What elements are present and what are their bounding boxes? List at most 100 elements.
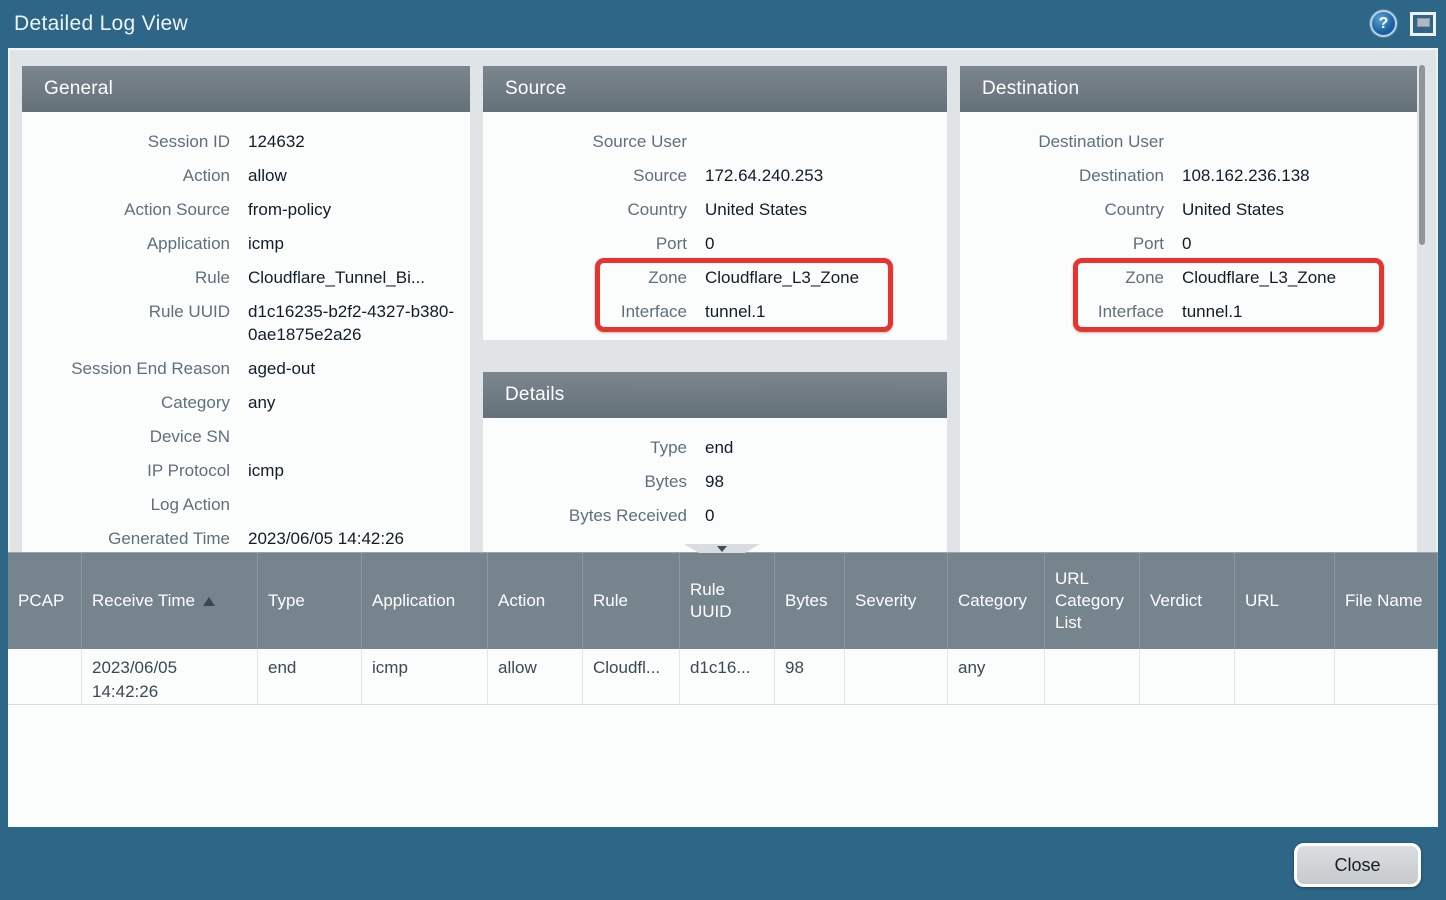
field-row-country: Country United States: [960, 192, 1417, 226]
cell-url: [1235, 649, 1335, 705]
destination-panel-header: Destination: [960, 66, 1417, 112]
column-header-label: Receive Time: [92, 590, 195, 612]
field-row-ip-protocol: IP Protocol icmp: [22, 453, 470, 487]
field-row-interface: Interface tunnel.1: [960, 294, 1417, 328]
field-row-bytes: Bytes 98: [483, 464, 947, 498]
field-label: Zone: [960, 266, 1164, 289]
cell-rule-uuid: d1c16...: [680, 649, 775, 705]
details-panel-title: Details: [505, 384, 564, 406]
log-detail-workspace: General Session ID 124632 Action allow A…: [8, 48, 1438, 552]
field-label: Action Source: [22, 198, 230, 221]
field-label: Country: [483, 198, 687, 221]
source-panel-title: Source: [505, 78, 566, 100]
field-value: Cloudflare_L3_Zone: [1182, 266, 1336, 289]
field-value: any: [248, 391, 275, 414]
column-header-type[interactable]: Type: [258, 553, 362, 649]
titlebar-icons: ?: [1370, 10, 1436, 37]
field-row-port: Port 0: [483, 226, 947, 260]
field-label: Bytes: [483, 470, 687, 493]
field-row-rule: Rule Cloudflare_Tunnel_Bi...: [22, 260, 470, 294]
column-header-application[interactable]: Application: [362, 553, 488, 649]
column-header-label: URL: [1245, 590, 1279, 612]
field-row-type: Type end: [483, 430, 947, 464]
field-label: Session ID: [22, 130, 230, 153]
field-label: IP Protocol: [22, 459, 230, 482]
field-row-session-id: Session ID 124632: [22, 124, 470, 158]
cell-url-category-list: [1045, 649, 1140, 705]
column-header-verdict[interactable]: Verdict: [1140, 553, 1235, 649]
column-header-severity[interactable]: Severity: [845, 553, 948, 649]
cell-pcap: [8, 649, 82, 705]
column-header-rule[interactable]: Rule: [583, 553, 680, 649]
field-value: from-policy: [248, 198, 331, 221]
field-value: icmp: [248, 459, 284, 482]
details-panel: Details Type end Bytes 98 Bytes Received…: [483, 372, 947, 552]
pane-splitter-handle[interactable]: [684, 544, 760, 553]
field-row-bytes-received: Bytes Received 0: [483, 498, 947, 532]
field-label: Type: [483, 436, 687, 459]
field-label: Zone: [483, 266, 687, 289]
field-row-category: Category any: [22, 385, 470, 419]
vertical-scrollbar-thumb[interactable]: [1419, 65, 1425, 245]
field-label: Session End Reason: [22, 357, 230, 380]
sort-ascending-icon: [203, 597, 215, 606]
field-value: 0: [1182, 232, 1191, 255]
field-value: United States: [1182, 198, 1284, 221]
field-label: Port: [960, 232, 1164, 255]
field-row-country: Country United States: [483, 192, 947, 226]
column-header-label: URL Category List: [1055, 568, 1129, 634]
column-header-label: Verdict: [1150, 590, 1202, 612]
field-value: allow: [248, 164, 287, 187]
field-row-action-source: Action Source from-policy: [22, 192, 470, 226]
field-row-zone: Zone Cloudflare_L3_Zone: [960, 260, 1417, 294]
column-header-label: PCAP: [18, 590, 64, 612]
field-value: 172.64.240.253: [705, 164, 823, 187]
help-icon[interactable]: ?: [1370, 10, 1397, 37]
cell-receive-time: 2023/06/05 14:42:26: [82, 649, 258, 705]
dialog-titlebar: Detailed Log View: [0, 0, 1446, 48]
column-header-receive-time[interactable]: Receive Time: [82, 553, 258, 649]
detailed-log-view-dialog: General Session ID 124632 Action allow A…: [8, 48, 1438, 827]
field-label: Application: [22, 232, 230, 255]
column-header-url-category-list[interactable]: URL Category List: [1045, 553, 1140, 649]
general-panel-title: General: [44, 78, 113, 100]
column-header-url[interactable]: URL: [1235, 553, 1335, 649]
column-header-action[interactable]: Action: [488, 553, 583, 649]
column-header-file-name[interactable]: File Name: [1335, 553, 1438, 649]
field-label: Device SN: [22, 425, 230, 448]
cell-rule: Cloudfl...: [583, 649, 680, 705]
field-value: d1c16235-b2f2-4327-b380-0ae1875e2a26: [248, 300, 462, 346]
destination-panel-title: Destination: [982, 78, 1079, 100]
field-label: Interface: [960, 300, 1164, 323]
column-header-bytes[interactable]: Bytes: [775, 553, 845, 649]
source-panel-body: Source User Source 172.64.240.253 Countr…: [483, 112, 947, 328]
log-table-header-row: PCAP Receive Time Type Application Actio…: [8, 553, 1438, 649]
field-row-interface: Interface tunnel.1: [483, 294, 947, 328]
field-label: Destination User: [960, 130, 1164, 153]
log-table-row[interactable]: 2023/06/05 14:42:26 end icmp allow Cloud…: [8, 649, 1438, 705]
column-header-category[interactable]: Category: [948, 553, 1045, 649]
field-row-application: Application icmp: [22, 226, 470, 260]
close-button[interactable]: Close: [1294, 843, 1421, 887]
column-header-label: Rule: [593, 590, 628, 612]
column-header-rule-uuid[interactable]: Rule UUID: [680, 553, 775, 649]
field-value: 0: [705, 232, 714, 255]
field-row-zone: Zone Cloudflare_L3_Zone: [483, 260, 947, 294]
field-label: Action: [22, 164, 230, 187]
destination-panel-body: Destination User Destination 108.162.236…: [960, 112, 1417, 328]
field-label: Source: [483, 164, 687, 187]
destination-panel: Destination Destination User Destination…: [960, 66, 1417, 552]
field-value: aged-out: [248, 357, 315, 380]
window-restore-icon[interactable]: [1410, 12, 1436, 36]
field-value: 108.162.236.138: [1182, 164, 1310, 187]
field-row-port: Port 0: [960, 226, 1417, 260]
column-header-label: Application: [372, 590, 455, 612]
field-value: tunnel.1: [1182, 300, 1243, 323]
cell-verdict: [1140, 649, 1235, 705]
column-header-label: File Name: [1345, 590, 1422, 612]
column-header-pcap[interactable]: PCAP: [8, 553, 82, 649]
cell-type: end: [258, 649, 362, 705]
field-row-action: Action allow: [22, 158, 470, 192]
field-row-destination: Destination 108.162.236.138: [960, 158, 1417, 192]
general-panel-body: Session ID 124632 Action allow Action So…: [22, 112, 470, 552]
